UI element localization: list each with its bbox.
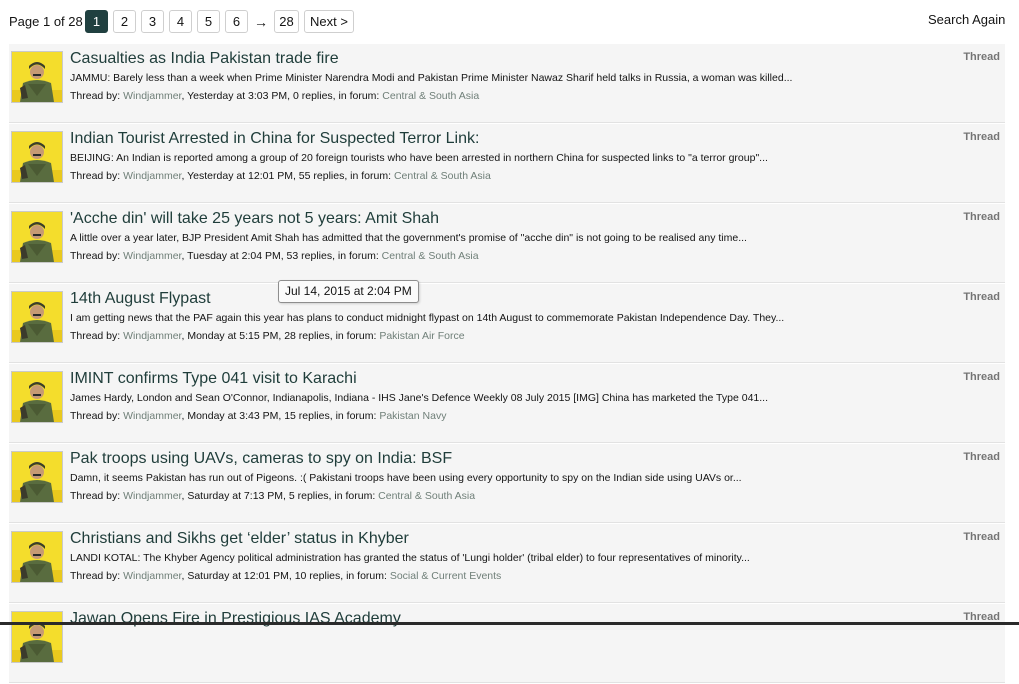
meta-details: , Monday at 5:15 PM, 28 replies, in foru… (181, 330, 380, 342)
avatar-soldier-icon (12, 52, 62, 102)
result-title-link[interactable]: IMINT confirms Type 041 visit to Karachi (70, 370, 357, 388)
content-type-label: Thread (963, 371, 1000, 383)
avatar-soldier-icon (12, 452, 62, 502)
meta-prefix: Thread by: (70, 490, 124, 502)
result-snippet: Damn, it seems Pakistan has run out of P… (70, 472, 742, 484)
page-nav: 1 2 3 4 5 6 → 28 Next > (85, 10, 354, 33)
search-result-row: IMINT confirms Type 041 visit to Karachi… (9, 364, 1005, 443)
avatar[interactable] (11, 51, 63, 103)
result-snippet: A little over a year later, BJP Presiden… (70, 232, 747, 244)
next-page-button[interactable]: Next > (304, 10, 354, 33)
result-title-link[interactable]: Jawan Opens Fire in Prestigious IAS Acad… (70, 610, 401, 628)
forum-link[interactable]: Central & South Asia (382, 90, 479, 102)
page-jump-arrow-icon[interactable]: → (254, 14, 268, 30)
page-link-last[interactable]: 28 (274, 10, 299, 33)
result-meta: Thread by: Windjammer, Saturday at 7:13 … (70, 490, 475, 502)
meta-details: , Monday at 3:43 PM, 15 replies, in foru… (181, 410, 380, 422)
meta-details: , Tuesday at 2:04 PM, 53 replies, in for… (181, 250, 382, 262)
author-link[interactable]: Windjammer (123, 90, 181, 102)
date-tooltip: Jul 14, 2015 at 2:04 PM (278, 280, 419, 303)
content-type-label: Thread (963, 531, 1000, 543)
page-link-5[interactable]: 5 (197, 10, 220, 33)
search-result-row: 14th August Flypast I am getting news th… (9, 284, 1005, 363)
pagination-bar: Page 1 of 28 1 2 3 4 5 6 → 28 Next > Sea… (0, 0, 1019, 42)
result-snippet: James Hardy, London and Sean O'Connor, I… (70, 392, 768, 404)
meta-prefix: Thread by: (70, 330, 124, 342)
result-snippet: JAMMU: Barely less than a week when Prim… (70, 72, 793, 84)
result-meta: Thread by: Windjammer, Tuesday at 2:04 P… (70, 250, 479, 262)
author-link[interactable]: Windjammer (123, 570, 181, 582)
meta-prefix: Thread by: (70, 90, 124, 102)
avatar[interactable] (11, 131, 63, 183)
result-snippet: LANDI KOTAL: The Khyber Agency political… (70, 552, 750, 564)
forum-link[interactable]: Central & South Asia (378, 490, 475, 502)
page-link-1[interactable]: 1 (85, 10, 108, 33)
content-type-label: Thread (963, 131, 1000, 143)
meta-details: , Saturday at 7:13 PM, 5 replies, in for… (181, 490, 379, 502)
avatar[interactable] (11, 611, 63, 663)
avatar-soldier-icon (12, 212, 62, 262)
author-link[interactable]: Windjammer (123, 410, 181, 422)
avatar-soldier-icon (12, 372, 62, 422)
content-type-label: Thread (963, 211, 1000, 223)
page-link-4[interactable]: 4 (169, 10, 192, 33)
forum-link[interactable]: Central & South Asia (394, 170, 491, 182)
search-results-list: Casualties as India Pakistan trade fire … (9, 44, 1005, 684)
forum-link[interactable]: Pakistan Air Force (379, 330, 464, 342)
page-link-2[interactable]: 2 (113, 10, 136, 33)
author-link[interactable]: Windjammer (123, 490, 181, 502)
search-result-row: Jawan Opens Fire in Prestigious IAS Acad… (9, 604, 1005, 683)
meta-prefix: Thread by: (70, 250, 124, 262)
avatar[interactable] (11, 531, 63, 583)
page-link-6[interactable]: 6 (225, 10, 248, 33)
search-result-row: Casualties as India Pakistan trade fire … (9, 44, 1005, 123)
author-link[interactable]: Windjammer (123, 250, 181, 262)
result-title-link[interactable]: Christians and Sikhs get ‘elder’ status … (70, 530, 409, 548)
meta-prefix: Thread by: (70, 410, 124, 422)
result-title-link[interactable]: 14th August Flypast (70, 290, 211, 308)
page-link-3[interactable]: 3 (141, 10, 164, 33)
result-meta: Thread by: Windjammer, Yesterday at 3:03… (70, 90, 479, 102)
meta-details: , Saturday at 12:01 PM, 10 replies, in f… (181, 570, 390, 582)
page-count-label: Page 1 of 28 (9, 14, 83, 29)
result-title-link[interactable]: Casualties as India Pakistan trade fire (70, 50, 339, 68)
result-meta: Thread by: Windjammer, Monday at 3:43 PM… (70, 410, 446, 422)
search-again-link[interactable]: Search Again (928, 12, 1005, 27)
content-type-label: Thread (963, 51, 1000, 63)
search-result-row: 'Acche din' will take 25 years not 5 yea… (9, 204, 1005, 283)
search-result-row: Indian Tourist Arrested in China for Sus… (9, 124, 1005, 203)
avatar[interactable] (11, 371, 63, 423)
result-title-link[interactable]: Pak troops using UAVs, cameras to spy on… (70, 450, 452, 468)
result-snippet: I am getting news that the PAF again thi… (70, 312, 785, 324)
author-link[interactable]: Windjammer (123, 330, 181, 342)
search-result-row: Christians and Sikhs get ‘elder’ status … (9, 524, 1005, 603)
meta-details: , Yesterday at 12:01 PM, 55 replies, in … (181, 170, 394, 182)
avatar-soldier-icon (12, 132, 62, 182)
forum-link[interactable]: Pakistan Navy (379, 410, 446, 422)
result-title-link[interactable]: 'Acche din' will take 25 years not 5 yea… (70, 210, 439, 228)
result-meta: Thread by: Windjammer, Monday at 5:15 PM… (70, 330, 465, 342)
meta-details: , Yesterday at 3:03 PM, 0 replies, in fo… (181, 90, 383, 102)
result-meta: Thread by: Windjammer, Yesterday at 12:0… (70, 170, 491, 182)
avatar[interactable] (11, 291, 63, 343)
avatar[interactable] (11, 451, 63, 503)
meta-prefix: Thread by: (70, 570, 124, 582)
result-snippet: BEIJING: An Indian is reported among a g… (70, 152, 768, 164)
avatar-soldier-icon (12, 612, 62, 662)
search-result-row: Pak troops using UAVs, cameras to spy on… (9, 444, 1005, 523)
avatar[interactable] (11, 211, 63, 263)
meta-prefix: Thread by: (70, 170, 124, 182)
forum-link[interactable]: Social & Current Events (390, 570, 501, 582)
result-title-link[interactable]: Indian Tourist Arrested in China for Sus… (70, 130, 479, 148)
content-type-label: Thread (963, 291, 1000, 303)
forum-link[interactable]: Central & South Asia (382, 250, 479, 262)
avatar-soldier-icon (12, 532, 62, 582)
result-meta: Thread by: Windjammer, Saturday at 12:01… (70, 570, 501, 582)
avatar-soldier-icon (12, 292, 62, 342)
author-link[interactable]: Windjammer (123, 170, 181, 182)
content-type-label: Thread (963, 451, 1000, 463)
